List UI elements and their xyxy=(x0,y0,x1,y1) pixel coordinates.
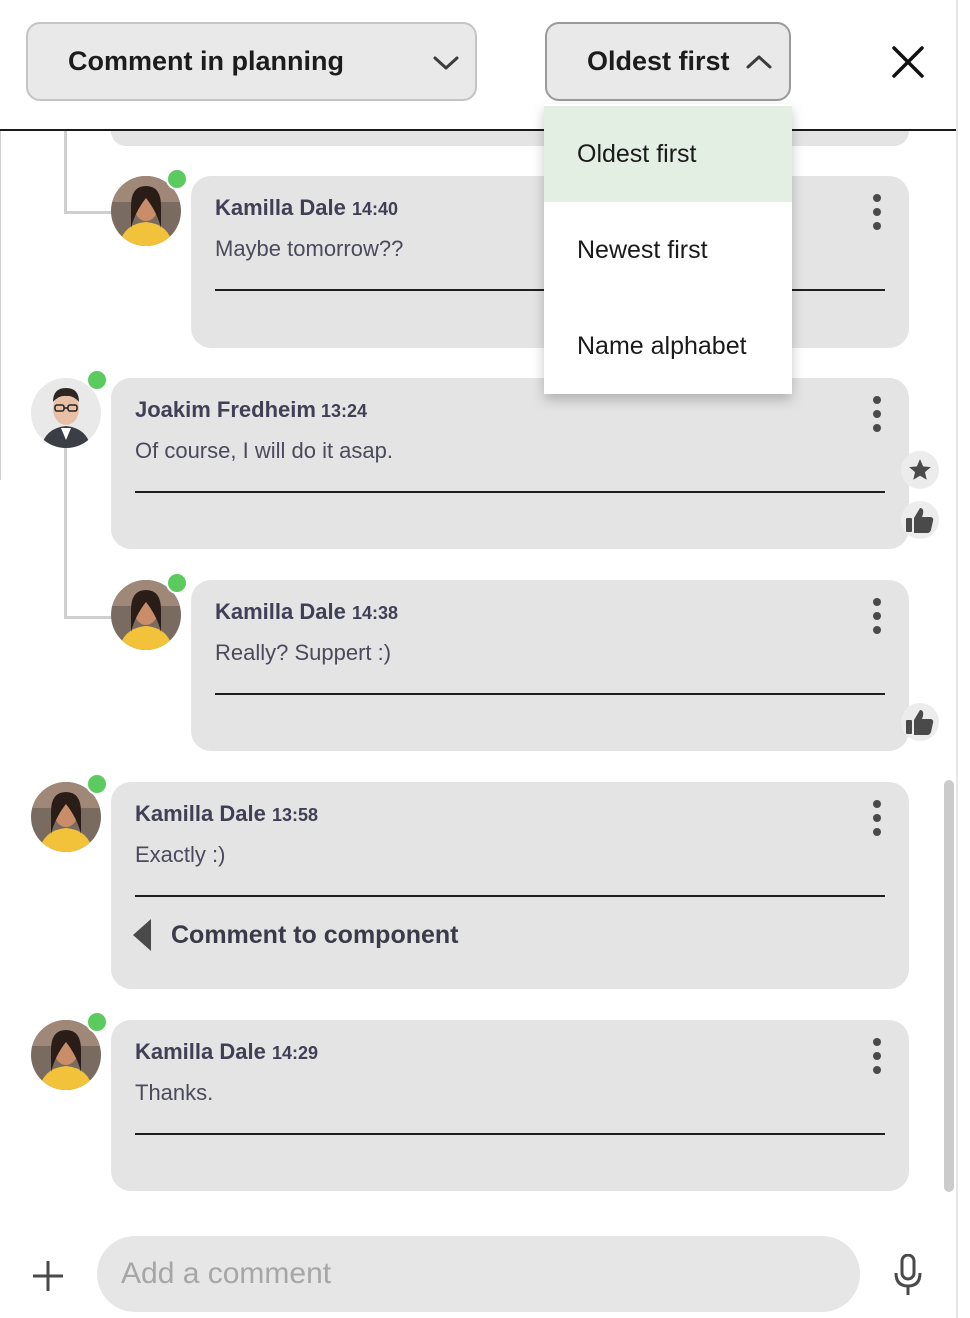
comment-author: Joakim Fredheim xyxy=(135,397,316,422)
comment-text: Exactly :) xyxy=(135,842,226,867)
comment-text: Of course, I will do it asap. xyxy=(135,438,393,463)
comment-time: 14:29 xyxy=(272,1043,319,1063)
star-reaction-button[interactable] xyxy=(901,451,939,489)
comment-card: Kamilla Dale 13:58 Exactly :) Comment to… xyxy=(111,782,909,989)
sort-option-newest[interactable]: Newest first xyxy=(544,202,792,298)
sort-option-name[interactable]: Name alphabet xyxy=(544,298,792,394)
comment-time: 13:58 xyxy=(272,805,319,825)
comment-card: Kamilla Dale 14:29 Thanks. xyxy=(111,1020,909,1191)
more-options-icon[interactable] xyxy=(869,598,885,634)
like-reaction-button[interactable] xyxy=(901,703,939,741)
comment-input[interactable] xyxy=(97,1236,860,1312)
close-icon[interactable] xyxy=(890,44,926,80)
reply-connector xyxy=(64,131,67,214)
comment-time: 13:24 xyxy=(321,401,368,421)
sort-dropdown-menu: Oldest first Newest first Name alphabet xyxy=(544,104,792,394)
chevron-down-icon xyxy=(433,56,459,70)
comment-divider xyxy=(135,491,885,493)
sort-select[interactable]: Oldest first xyxy=(545,22,791,101)
reply-connector xyxy=(64,616,112,619)
thumbs-up-icon xyxy=(906,508,934,533)
comment-to-component-label: Comment to component xyxy=(171,920,459,949)
like-reaction-button[interactable] xyxy=(901,501,939,539)
caret-left-icon xyxy=(133,919,151,951)
more-options-icon[interactable] xyxy=(869,1038,885,1074)
chevron-up-icon xyxy=(746,55,772,69)
scrollbar-thumb[interactable] xyxy=(944,780,954,1192)
comment-text: Maybe tomorrow?? xyxy=(215,236,404,261)
comment-text: Really? Suppert :) xyxy=(215,640,392,665)
comment-time: 14:38 xyxy=(352,603,399,623)
star-icon xyxy=(909,459,931,480)
comment-card: Joakim Fredheim 13:24 Of course, I will … xyxy=(111,378,909,549)
comment-divider xyxy=(215,693,885,695)
comment-author: Kamilla Dale xyxy=(135,801,266,826)
comment-filter-label: Comment in planning xyxy=(68,46,344,76)
comment-time: 14:40 xyxy=(352,199,399,219)
online-indicator xyxy=(166,168,188,190)
comment-divider xyxy=(135,895,885,897)
comment-author: Kamilla Dale xyxy=(135,1039,266,1064)
reply-connector xyxy=(64,211,112,214)
plus-icon[interactable] xyxy=(30,1258,66,1294)
more-options-icon[interactable] xyxy=(869,396,885,432)
comment-filter-select[interactable]: Comment in planning xyxy=(26,22,477,101)
sort-select-label: Oldest first xyxy=(587,46,730,76)
comment-author: Kamilla Dale xyxy=(215,599,346,624)
more-options-icon[interactable] xyxy=(869,194,885,230)
online-indicator xyxy=(86,773,108,795)
microphone-icon[interactable] xyxy=(893,1254,923,1296)
thumbs-up-icon xyxy=(906,710,934,735)
comment-divider xyxy=(135,1133,885,1135)
more-options-icon[interactable] xyxy=(869,800,885,836)
online-indicator xyxy=(86,1011,108,1033)
panel-border xyxy=(956,0,958,1318)
reply-connector xyxy=(64,448,67,619)
panel-border-left xyxy=(0,130,1,480)
comments-header: Comment in planning Oldest first xyxy=(0,0,956,131)
comment-card: Kamilla Dale 14:38 Really? Suppert :) xyxy=(191,580,909,751)
comment-to-component-link[interactable]: Comment to component xyxy=(133,919,459,951)
online-indicator xyxy=(166,572,188,594)
comment-author: Kamilla Dale xyxy=(215,195,346,220)
online-indicator xyxy=(86,369,108,391)
sort-option-oldest[interactable]: Oldest first xyxy=(544,106,792,202)
comment-text: Thanks. xyxy=(135,1080,214,1105)
